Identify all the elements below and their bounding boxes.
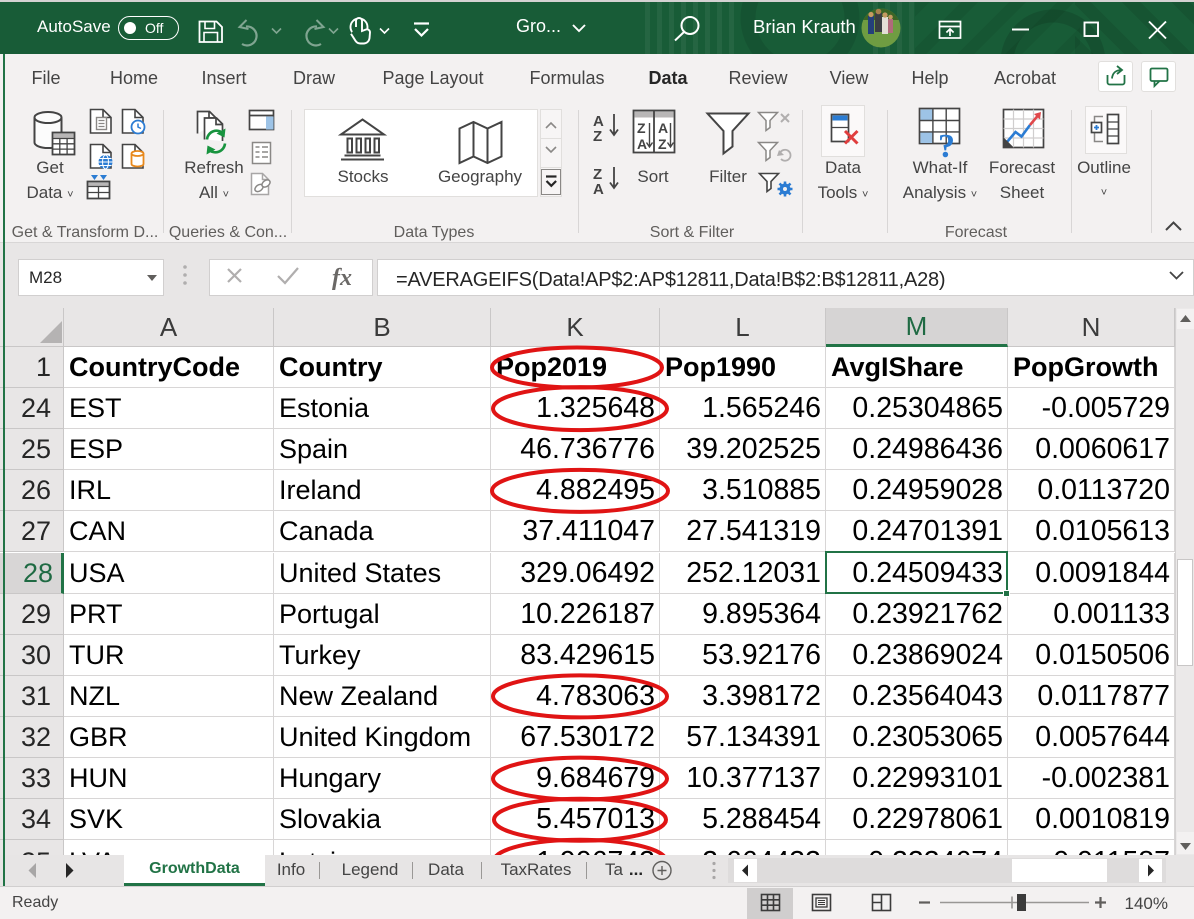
svg-text:fx: fx xyxy=(332,265,352,291)
svg-text:Z: Z xyxy=(637,120,646,136)
svg-text:A: A xyxy=(593,181,604,198)
svg-text:A: A xyxy=(637,136,647,152)
svg-text:Z: Z xyxy=(658,136,667,152)
svg-text:Z: Z xyxy=(593,128,602,145)
svg-text:A: A xyxy=(658,120,668,136)
svg-text:?: ? xyxy=(938,128,955,165)
